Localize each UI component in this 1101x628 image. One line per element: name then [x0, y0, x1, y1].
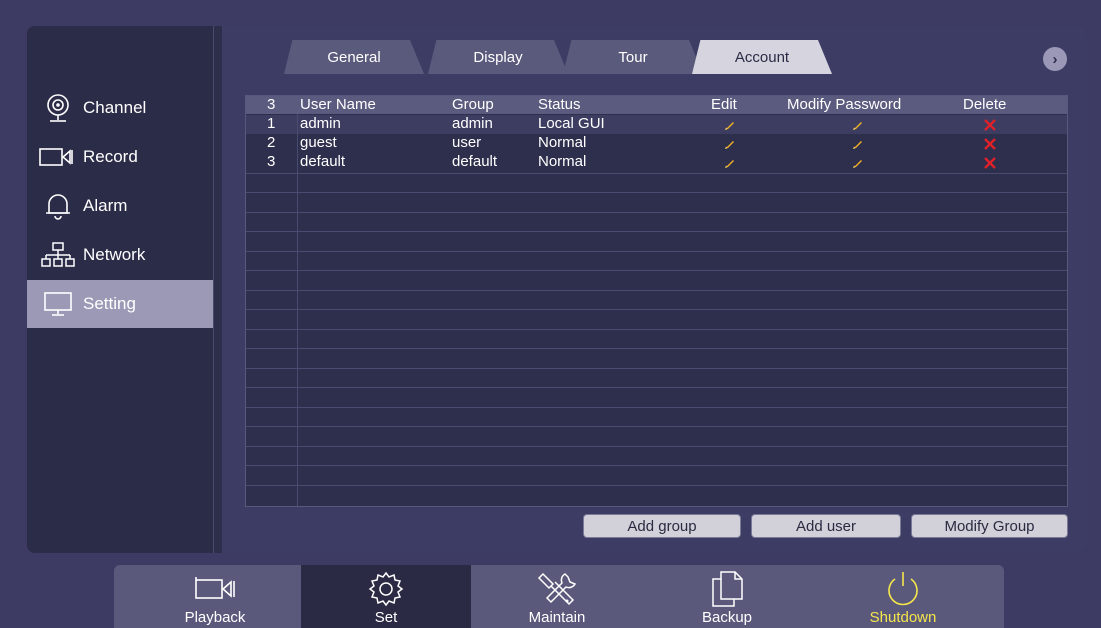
record-icon: [35, 147, 81, 167]
user-count-header: 3: [267, 96, 276, 113]
add-group-button[interactable]: Add group: [583, 514, 741, 538]
grid-line: [246, 368, 1067, 369]
sidebar-item-label: Network: [83, 245, 146, 264]
toolbar-item-playback[interactable]: Playback: [130, 565, 300, 628]
toolbar-item-backup[interactable]: Backup: [642, 565, 812, 628]
status-cell: Local GUI: [538, 115, 605, 132]
grid-line: [246, 485, 1067, 486]
toolbar-item-label: Backup: [701, 609, 753, 626]
grid-line: [246, 192, 1067, 193]
tab-account[interactable]: Account: [692, 40, 832, 74]
sidebar-item-alarm[interactable]: Alarm: [27, 182, 213, 230]
status-cell: Normal: [538, 153, 587, 170]
table-row[interactable]: 2 guest user Normal: [246, 134, 1067, 153]
tools-icon: [535, 569, 579, 609]
power-icon: [883, 569, 923, 609]
grid-line: [246, 270, 1067, 271]
column-header-group: Group: [452, 96, 494, 113]
sidebar-item-label: Record: [83, 147, 138, 166]
copy-icon: [709, 569, 745, 609]
grid-line: [246, 348, 1067, 349]
bell-icon: [35, 191, 81, 221]
modify-password-pencil-icon[interactable]: [852, 138, 864, 150]
grid-line: [246, 426, 1067, 427]
row-number: 1: [267, 115, 276, 132]
toolbar-item-label: Shutdown: [869, 609, 937, 626]
grid-line: [246, 251, 1067, 252]
edit-pencil-icon[interactable]: [724, 138, 736, 150]
sidebar-item-label: Setting: [83, 294, 136, 313]
column-header-status: Status: [538, 96, 581, 113]
table-row[interactable]: 1 admin admin Local GUI: [246, 115, 1067, 134]
sidebar-item-channel[interactable]: Channel: [27, 84, 213, 132]
column-header-modify-password: Modify Password: [787, 96, 902, 113]
grid-line: [246, 387, 1067, 388]
toolbar-item-label: Playback: [184, 609, 246, 626]
tab-display[interactable]: Display: [428, 40, 568, 74]
grid-line: [246, 290, 1067, 291]
playback-camera-icon: [192, 569, 238, 609]
sidebar: Channel Record Alarm Network Setting: [27, 26, 214, 553]
column-header-delete: Delete: [963, 96, 1007, 113]
sidebar-item-network[interactable]: Network: [27, 231, 213, 279]
tab-tour[interactable]: Tour: [563, 40, 703, 74]
group-cell: admin: [452, 115, 493, 132]
gear-icon: [366, 569, 406, 609]
grid-line: [246, 173, 1067, 174]
user-name-cell: admin: [300, 115, 341, 132]
column-header-edit: Edit: [711, 96, 737, 113]
tab-general[interactable]: General: [284, 40, 424, 74]
edit-pencil-icon[interactable]: [724, 119, 736, 131]
group-cell: default: [452, 153, 498, 170]
toolbar-item-shutdown[interactable]: Shutdown: [818, 565, 988, 628]
grid-line: [246, 212, 1067, 213]
modify-password-pencil-icon[interactable]: [852, 119, 864, 131]
sidebar-item-label: Alarm: [83, 196, 128, 215]
modify-password-pencil-icon[interactable]: [852, 157, 864, 169]
toolbar-item-maintain[interactable]: Maintain: [472, 565, 642, 628]
delete-x-icon[interactable]: [984, 138, 996, 150]
camera-icon: [35, 93, 81, 123]
toolbar-item-label: Set: [374, 609, 398, 626]
sidebar-item-label: Channel: [83, 98, 147, 117]
user-name-cell: guest: [300, 134, 337, 151]
status-cell: Normal: [538, 134, 587, 151]
sidebar-item-setting[interactable]: Setting: [27, 280, 213, 328]
network-icon: [35, 241, 81, 269]
table-header: 3 User Name Group Status Edit Modify Pas…: [246, 96, 1067, 114]
sidebar-item-record[interactable]: Record: [27, 133, 213, 181]
grid-line: [246, 329, 1067, 330]
grid-line: [246, 407, 1067, 408]
grid-line: [246, 446, 1067, 447]
toolbar-item-set[interactable]: Set: [301, 565, 471, 628]
grid-line: [246, 231, 1067, 232]
delete-x-icon[interactable]: [984, 119, 996, 131]
column-header-user-name: User Name: [300, 96, 376, 113]
delete-x-icon[interactable]: [984, 157, 996, 169]
user-table: 3 User Name Group Status Edit Modify Pas…: [245, 95, 1068, 507]
group-cell: user: [452, 134, 482, 151]
edit-pencil-icon[interactable]: [724, 157, 736, 169]
grid-line: [246, 465, 1067, 466]
grid-line: [246, 309, 1067, 310]
toolbar-item-label: Maintain: [528, 609, 586, 626]
user-name-cell: default: [300, 153, 346, 170]
add-user-button[interactable]: Add user: [751, 514, 901, 538]
table-row[interactable]: 3 default default Normal: [246, 153, 1067, 172]
row-number: 3: [267, 153, 276, 170]
modify-group-button[interactable]: Modify Group: [911, 514, 1068, 538]
next-tab-button[interactable]: ›: [1043, 47, 1067, 71]
row-number: 2: [267, 134, 276, 151]
monitor-icon: [35, 291, 81, 317]
chevron-right-icon: ›: [1052, 50, 1058, 68]
